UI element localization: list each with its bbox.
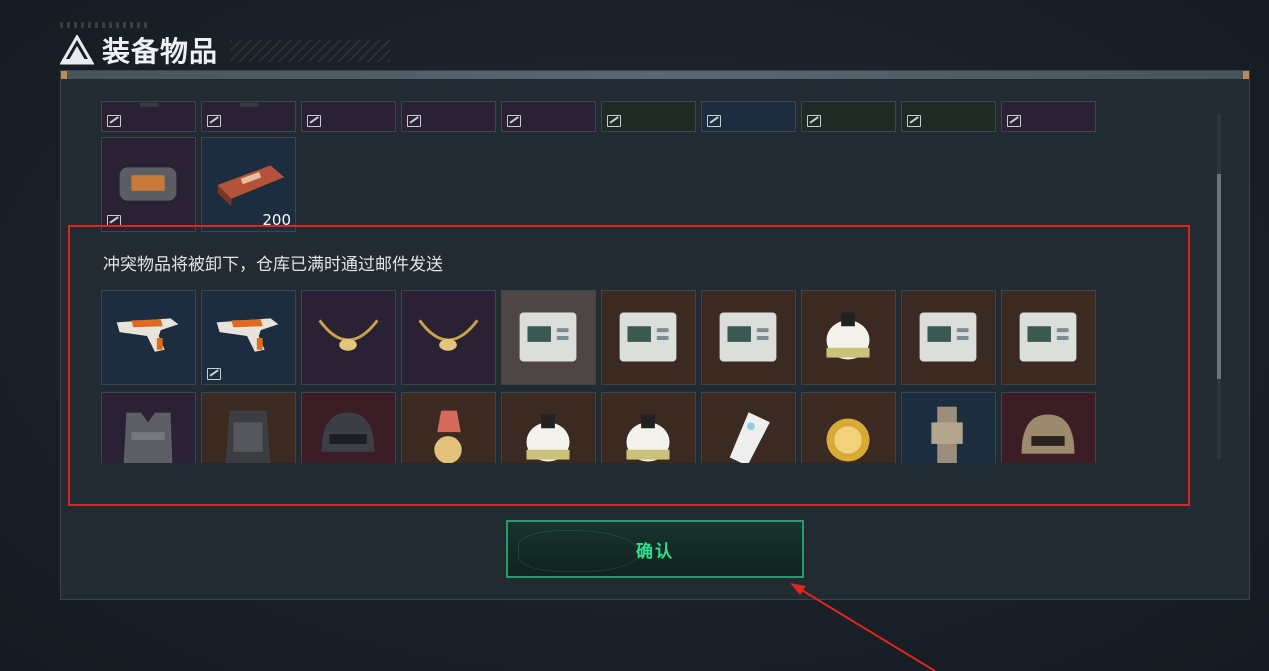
- title-hatch-decoration: [230, 40, 390, 62]
- equipped-item-slot[interactable]: [101, 137, 196, 232]
- bound-lock-icon: [907, 115, 921, 127]
- confirm-button[interactable]: 确认: [506, 520, 804, 578]
- bound-lock-icon: [207, 115, 221, 127]
- equipped-item-slot[interactable]: [601, 101, 696, 132]
- equipped-item-slot[interactable]: [201, 101, 296, 132]
- bound-lock-icon: [707, 115, 721, 127]
- bound-lock-icon: [1007, 115, 1021, 127]
- window-title-bar: 装备物品: [60, 30, 390, 70]
- equipped-item-slot[interactable]: [701, 101, 796, 132]
- equipped-item-slot[interactable]: [1001, 101, 1096, 132]
- equipped-item-slot[interactable]: [801, 101, 896, 132]
- equipped-item-slot[interactable]: [501, 101, 596, 132]
- conflict-notice-text: 冲突物品将被卸下，仓库已满时通过邮件发送: [103, 255, 443, 275]
- game-logo-icon: [60, 35, 94, 65]
- bound-lock-icon: [807, 115, 821, 127]
- equipped-row: [101, 101, 1096, 132]
- equipped-item-slot[interactable]: [301, 101, 396, 132]
- equipped-item-slot[interactable]: 200: [201, 137, 296, 232]
- bound-lock-icon: [407, 115, 421, 127]
- page-title: 装备物品: [102, 35, 219, 68]
- bound-lock-icon: [507, 115, 521, 127]
- button-pattern: [518, 530, 640, 572]
- equipped-item-slot[interactable]: [101, 101, 196, 132]
- scrollbar-thumb[interactable]: [1217, 174, 1221, 379]
- equipped-row: 200: [101, 137, 296, 232]
- bound-lock-icon: [307, 115, 321, 127]
- panel-top-border: [61, 71, 1249, 79]
- equipped-item-slot[interactable]: [401, 101, 496, 132]
- equipped-item-slot[interactable]: [901, 101, 996, 132]
- bound-lock-icon: [607, 115, 621, 127]
- confirm-button-label: 确认: [636, 541, 674, 562]
- title-decoration: [60, 22, 150, 28]
- bound-lock-icon: [107, 115, 121, 127]
